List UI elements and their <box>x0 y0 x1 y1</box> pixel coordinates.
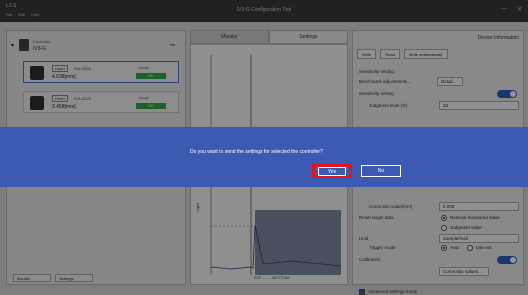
yes-button[interactable]: Yes <box>312 164 352 178</box>
no-button[interactable]: No <box>361 165 401 177</box>
confirm-dialog: Do you want to send the settings for sel… <box>0 127 528 187</box>
yes-label: Yes <box>318 167 346 176</box>
dialog-message: Do you want to send the settings for sel… <box>190 149 323 155</box>
